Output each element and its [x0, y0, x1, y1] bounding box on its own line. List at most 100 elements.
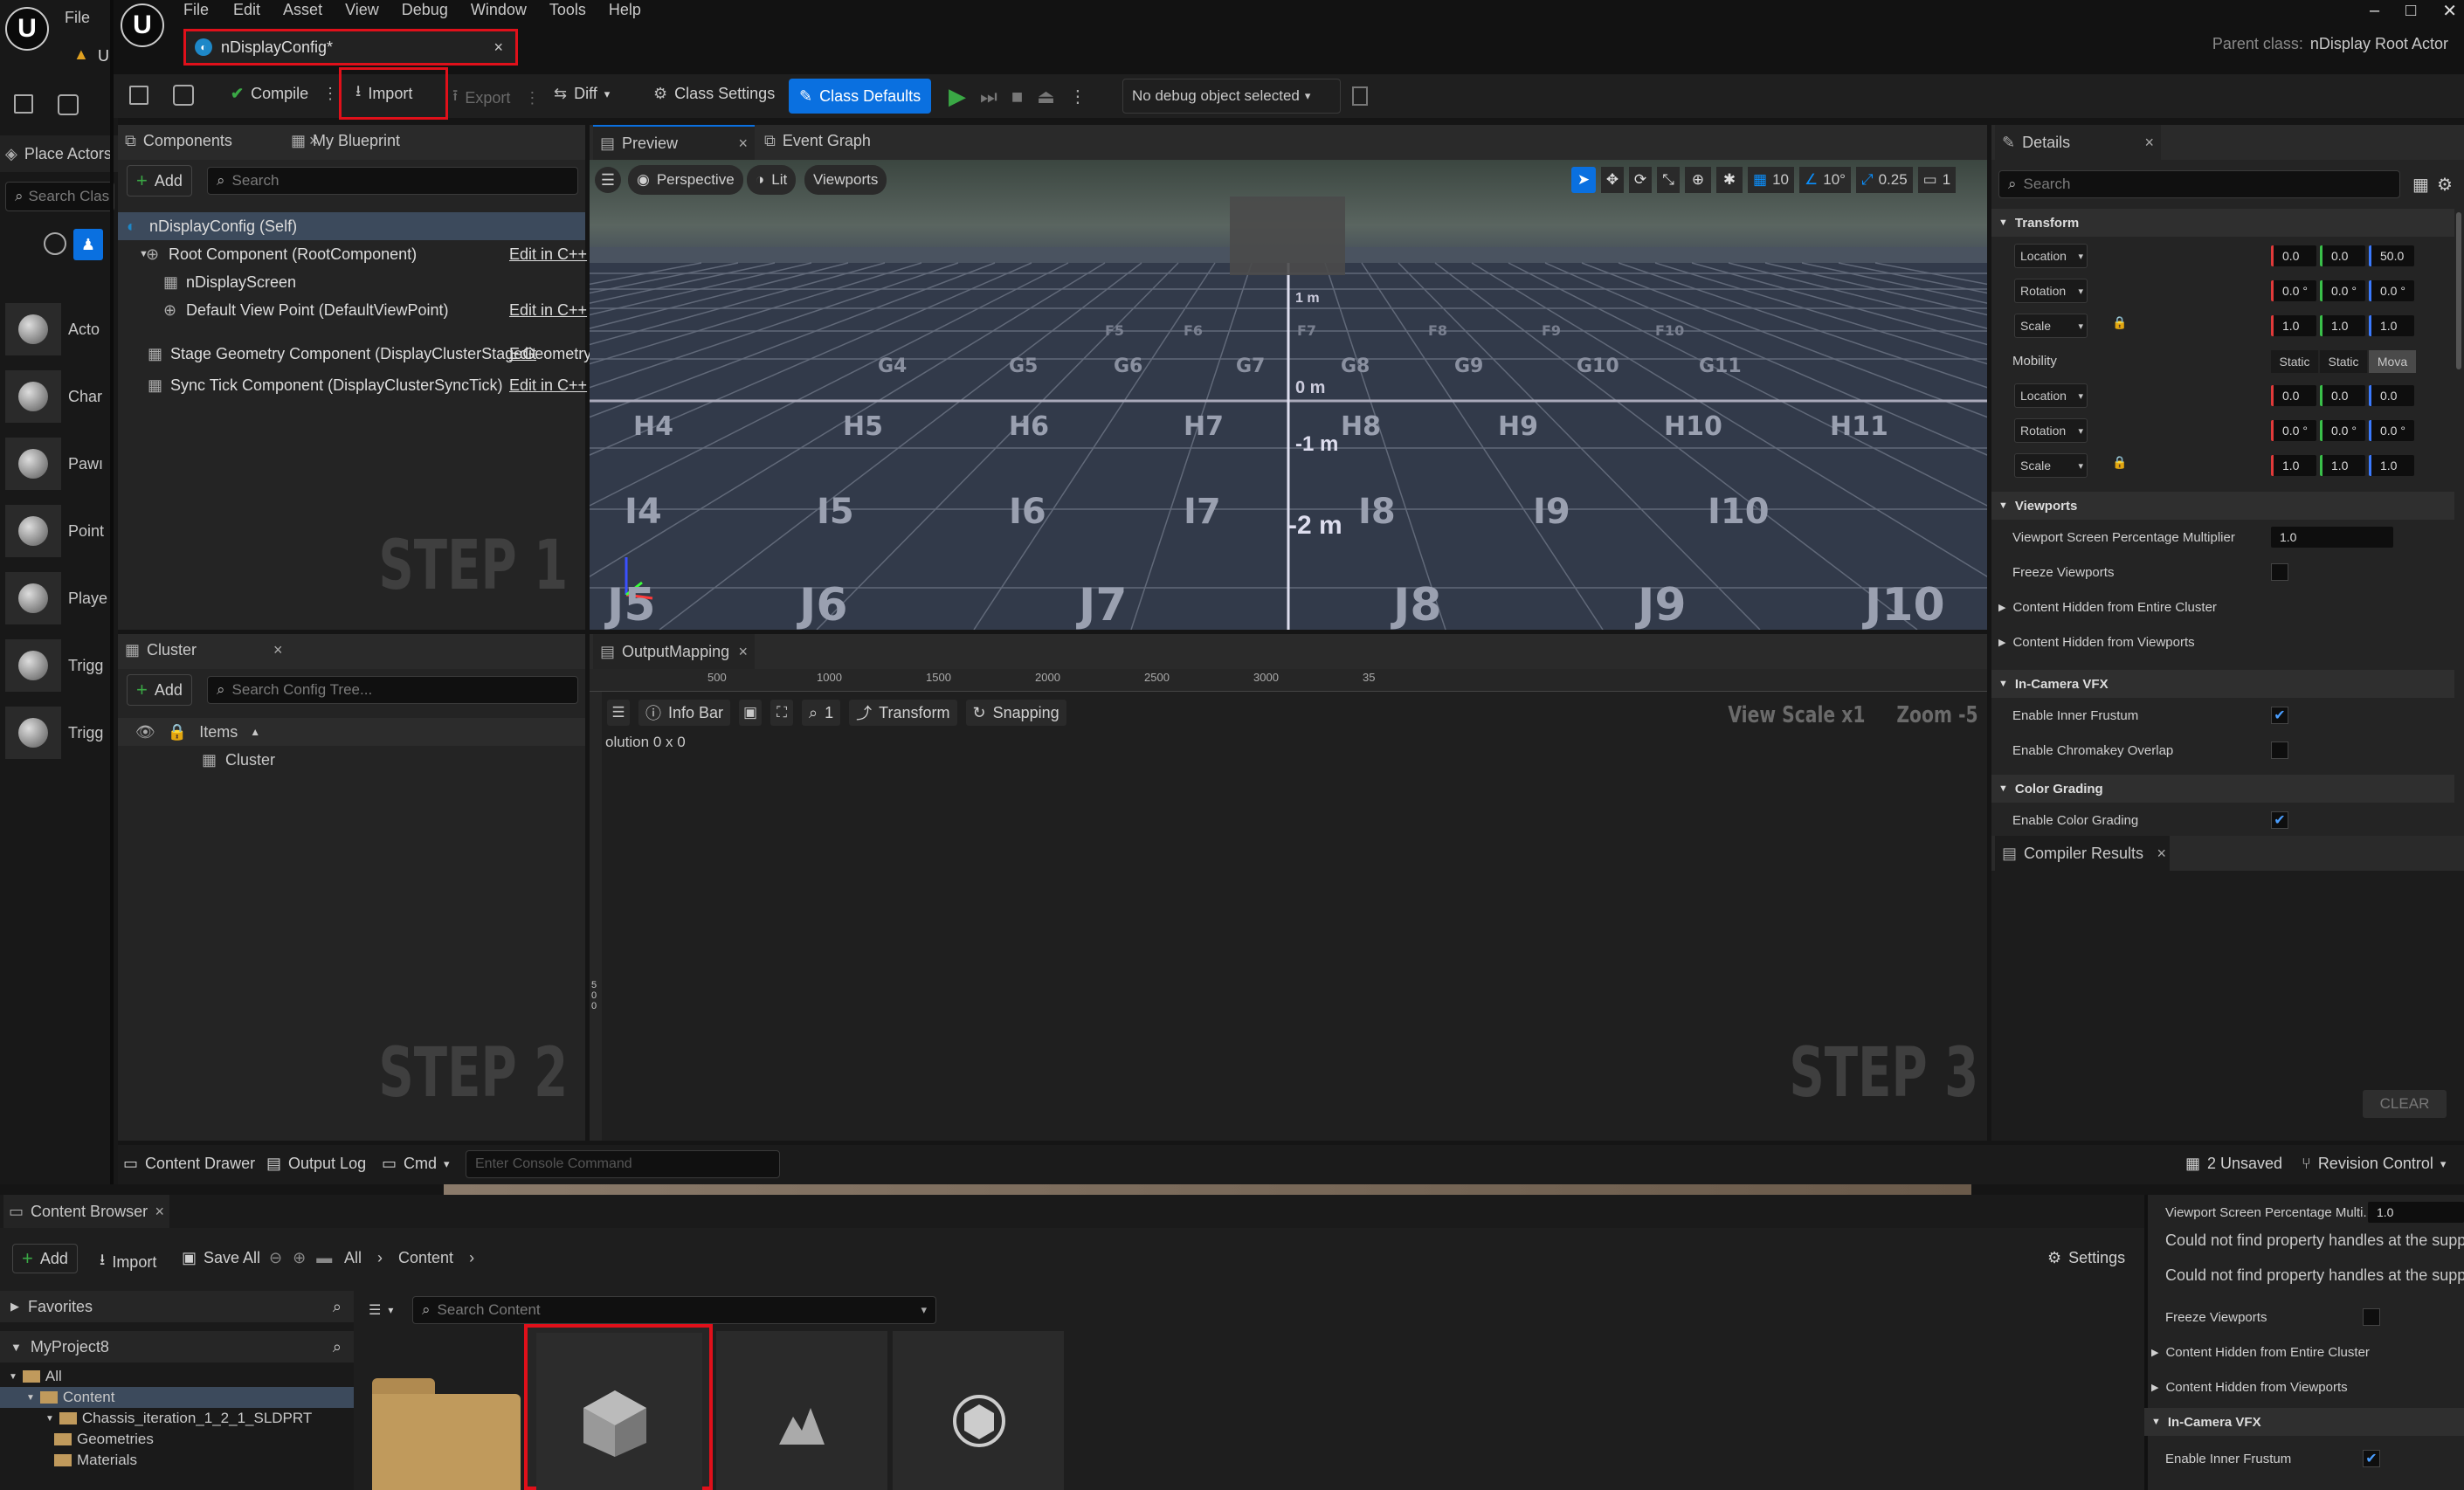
component-tree-item[interactable]: ▦ Stage Geometry Component (DisplayCluste… — [118, 340, 597, 368]
inner-frustum-checkbox[interactable]: ✔ — [2271, 707, 2288, 724]
maximize-icon[interactable]: □ — [2405, 1, 2416, 21]
basic-category-icon[interactable]: ♟ — [73, 229, 103, 260]
save-all-button[interactable]: ▣ Save All — [182, 1249, 260, 1267]
revision-control-button[interactable]: ⑂ Revision Control ▾ — [2302, 1155, 2446, 1173]
lower-hidden-viewports[interactable]: ▶ Content Hidden from Viewports — [2151, 1380, 2348, 1395]
step-icon[interactable]: ⏭ — [980, 86, 997, 108]
forward-icon[interactable]: ⊕ — [293, 1249, 306, 1267]
content-import-button[interactable]: ⭳ Import — [100, 1249, 156, 1275]
camera-speed-button[interactable]: ▭ 1 — [1917, 167, 1957, 193]
snapping-button[interactable]: ↻ Snapping — [965, 700, 1066, 726]
grid-snap-button[interactable]: ▦ 10 — [1748, 167, 1794, 193]
minimize-icon[interactable]: – — [2370, 1, 2379, 21]
surface-snap-icon[interactable]: ✱ — [1716, 167, 1743, 193]
ndisplay-config-asset-tile[interactable] — [524, 1324, 713, 1490]
details-scrollbar[interactable] — [2456, 212, 2461, 369]
location-2-value[interactable]: 0.0 — [2271, 385, 2316, 406]
close-icon[interactable]: × — [273, 641, 283, 659]
diff-button[interactable]: ⇆ Diff ▾ — [554, 85, 610, 103]
close-icon[interactable]: × — [2157, 845, 2166, 863]
close-icon[interactable]: × — [738, 135, 748, 153]
angle-snap-button[interactable]: ∠ 10° — [1798, 167, 1851, 193]
content-drawer-button[interactable]: ▭ Content Drawer — [123, 1155, 255, 1173]
chromakey-overlap-checkbox[interactable] — [2271, 742, 2288, 759]
details-search-input[interactable]: ⌕ Search — [1998, 170, 2400, 198]
rotation-dropdown[interactable]: Rotation ▾ — [2014, 279, 2088, 303]
scale-dropdown[interactable]: Scale ▾ — [2014, 314, 2088, 338]
lower-freeze-checkbox[interactable] — [2363, 1308, 2380, 1326]
place-actors-tab[interactable]: ◈ Place Actors — [5, 145, 112, 163]
rotation-2-value[interactable]: 0.0 ° — [2271, 420, 2316, 441]
browse-icon[interactable] — [173, 85, 194, 106]
breadcrumb-content[interactable]: Content — [398, 1249, 453, 1267]
menu-tools[interactable]: Tools — [549, 1, 586, 19]
menu-icon[interactable]: ☰ — [607, 700, 630, 726]
scale-2-dropdown[interactable]: Scale ▾ — [2014, 453, 2088, 478]
components-tab[interactable]: ⧉ Components × — [125, 132, 318, 150]
transform-category[interactable]: ▼ Transform — [1991, 209, 2454, 237]
rotation-2-value[interactable]: 0.0 ° — [2320, 420, 2365, 441]
location-dropdown[interactable]: Location ▾ — [2014, 244, 2088, 268]
close-icon[interactable]: × — [155, 1203, 164, 1221]
content-browser-tab[interactable]: ▭ Content Browser × — [3, 1195, 169, 1228]
filter-button[interactable]: ☰ ▾ — [369, 1301, 393, 1319]
cluster-search-input[interactable]: ⌕ Search Config Tree... — [207, 676, 578, 704]
close-icon[interactable]: × — [493, 38, 503, 57]
lock-icon[interactable]: 🔒 — [168, 723, 187, 742]
scale-value[interactable]: 1.0 — [2271, 315, 2316, 336]
perspective-button[interactable]: ◉ Perspective — [628, 165, 743, 195]
component-tree-item[interactable]: ▦ nDisplayScreen — [118, 268, 585, 296]
hidden-from-viewports[interactable]: ▶ Content Hidden from Viewports — [1998, 635, 2195, 650]
move-icon[interactable]: ✥ — [1601, 167, 1624, 193]
menu-help[interactable]: Help — [609, 1, 641, 19]
export-button[interactable]: ⭱ Export ⋮ — [452, 85, 540, 111]
console-input[interactable]: Enter Console Command — [466, 1150, 780, 1178]
play-icon[interactable]: ▶ — [949, 83, 966, 110]
vspm-value[interactable]: 1.0 — [2271, 527, 2393, 548]
mesh-asset-tile[interactable] — [893, 1331, 1064, 1490]
folder-tree-item[interactable]: Materials — [0, 1450, 354, 1471]
location-2-value[interactable]: 0.0 — [2320, 385, 2365, 406]
component-tree-item[interactable]: ▼ ⊕ Root Component (RootComponent) Edit in … — [118, 240, 587, 268]
rotation-2-dropdown[interactable]: Rotation ▾ — [2014, 418, 2088, 443]
browse-icon[interactable] — [58, 94, 79, 115]
my-blueprint-tab[interactable]: ▦ My Blueprint — [291, 132, 400, 150]
close-icon[interactable]: × — [738, 643, 748, 661]
zoom-button[interactable]: ⌕ 1 — [802, 700, 841, 726]
edit-in-cpp-link[interactable]: Edit in C++ — [509, 376, 587, 395]
unsaved-button[interactable]: ▦ 2 Unsaved — [2185, 1155, 2282, 1173]
place-actor-item[interactable]: Trigg — [5, 704, 110, 762]
scale-snap-button[interactable]: ⤢ 0.25 — [1855, 167, 1913, 193]
lock-icon[interactable]: 🔒 — [2112, 455, 2127, 470]
rotate-icon[interactable]: ⟳ — [1629, 167, 1652, 193]
parent-class-name[interactable]: nDisplay Root Actor — [2310, 35, 2448, 53]
location-value[interactable]: 0.0 — [2271, 245, 2316, 266]
scale-value[interactable]: 1.0 — [2369, 315, 2414, 336]
place-actor-item[interactable]: Acto — [5, 300, 110, 358]
class-defaults-button[interactable]: ✎ Class Defaults — [789, 79, 932, 114]
folder-asset-tile[interactable] — [372, 1369, 521, 1490]
world-icon[interactable]: ⊕ — [1685, 167, 1711, 193]
place-actor-item[interactable]: Char — [5, 368, 110, 425]
breadcrumb-all[interactable]: All — [344, 1249, 362, 1267]
lock-icon[interactable]: 🔒 — [2112, 315, 2127, 330]
hidden-from-cluster[interactable]: ▶ Content Hidden from Entire Cluster — [1998, 600, 2217, 615]
lower-icvfx-category[interactable]: ▼ In-Camera VFX — [2144, 1408, 2464, 1436]
event-graph-tab[interactable]: ⧉ Event Graph — [764, 132, 871, 150]
icvfx-category[interactable]: ▼ In-Camera VFX — [1991, 670, 2454, 698]
eject-icon[interactable]: ⏏ — [1037, 86, 1055, 108]
lower-inner-frustum-checkbox[interactable]: ✔ — [2363, 1450, 2380, 1467]
lit-button[interactable]: ◑ Lit — [747, 165, 797, 195]
debug-object-select[interactable]: No debug object selected ▾ — [1122, 79, 1341, 114]
outer-menu-file[interactable]: File — [65, 9, 90, 27]
menu-file[interactable]: File — [183, 1, 209, 19]
rotation-value[interactable]: 0.0 ° — [2320, 280, 2365, 301]
debug-icon[interactable] — [1352, 86, 1368, 106]
location-value[interactable]: 50.0 — [2369, 245, 2414, 266]
viewport-3d[interactable]: H4 H5 H6 H7 H8 H9 H10 H11 I4 I5 I6 I7 I8 I9 I10 J5 J6 J… — [590, 160, 1987, 630]
menu-debug[interactable]: Debug — [402, 1, 448, 19]
content-settings-button[interactable]: ⚙ Settings — [2047, 1249, 2125, 1267]
transform-button[interactable]: ⤴ Transform — [849, 700, 957, 726]
rotation-2-value[interactable]: 0.0 ° — [2369, 420, 2414, 441]
window-close-icon[interactable]: ✕ — [2442, 0, 2457, 22]
